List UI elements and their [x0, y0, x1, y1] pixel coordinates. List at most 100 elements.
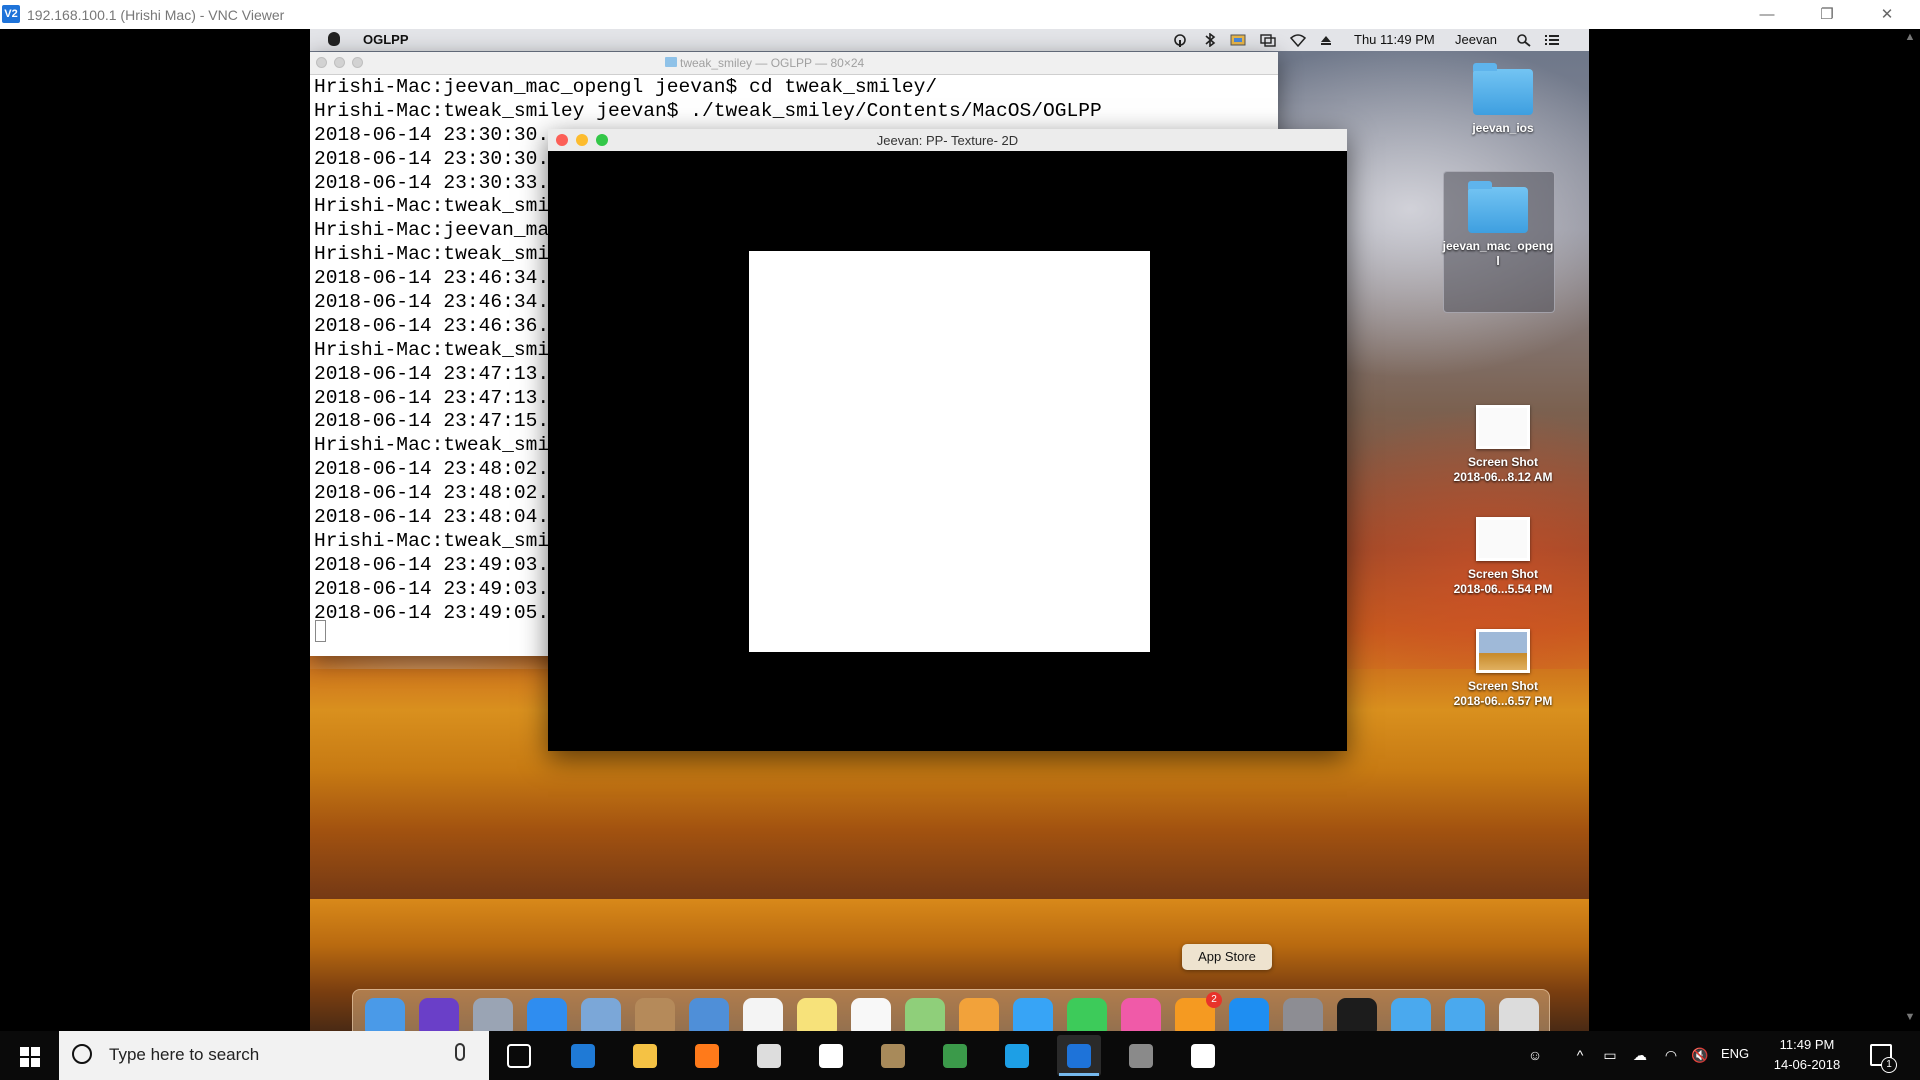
terminal-icon[interactable] [1337, 998, 1377, 1031]
folder-icon [1468, 181, 1528, 233]
eject-icon[interactable] [1318, 33, 1334, 47]
system-preferences-icon[interactable] [1283, 998, 1323, 1031]
windows-logo-icon [20, 1047, 40, 1067]
menubar-app-name[interactable]: OGLPP [363, 32, 409, 47]
close-button[interactable]: ✕ [1864, 3, 1910, 27]
terminal-zoom-button[interactable] [352, 57, 363, 68]
terminal-cursor [315, 620, 326, 642]
desktop-icon-label: Screen Shot 2018-06...6.57 PM [1453, 679, 1553, 708]
cortana-icon [72, 1044, 92, 1064]
vnc-window-title: 192.168.100.1 (Hrishi Mac) - VNC Viewer [27, 7, 285, 23]
onedrive-icon[interactable]: ☁ [1631, 1047, 1649, 1063]
desktop-folder-jeevan-mac-opengl[interactable]: jeevan_mac_openg l [1439, 181, 1557, 269]
preview-icon[interactable] [581, 998, 621, 1031]
wifi-icon[interactable] [1290, 33, 1306, 47]
facetime-icon[interactable] [1067, 998, 1107, 1031]
scroll-up-icon[interactable]: ▲ [1903, 31, 1917, 43]
safari-icon[interactable] [527, 998, 567, 1031]
maps-icon[interactable] [905, 998, 945, 1031]
bluetooth-icon[interactable] [1202, 33, 1218, 47]
messages-icon[interactable] [1013, 998, 1053, 1031]
downloads-folder-icon[interactable] [1445, 998, 1485, 1031]
finder-icon[interactable] [365, 998, 405, 1031]
desktop-screenshot-1[interactable]: Screen Shot 2018-06...8.12 AM [1444, 405, 1562, 485]
start-button[interactable] [0, 1031, 58, 1080]
launchpad-icon[interactable] [473, 998, 513, 1031]
dock-tooltip: App Store [1182, 944, 1272, 970]
volume-muted-icon[interactable]: 🔇 [1691, 1047, 1709, 1063]
desktop-folder-jeevan-ios[interactable]: jeevan_ios [1444, 63, 1562, 136]
tray-date[interactable]: 14-06-2018 [1766, 1057, 1848, 1072]
remote-desktop[interactable]: OGLPP Thu 11:49 PM Jeevan tweak_smiley —… [310, 29, 1589, 1031]
menubar-user[interactable]: Jeevan [1455, 32, 1497, 47]
search-placeholder: Type here to search [109, 1045, 260, 1064]
spreadsheet-icon[interactable] [933, 1035, 977, 1076]
firefox-icon[interactable] [685, 1035, 729, 1076]
airdrop-icon[interactable] [1172, 33, 1188, 47]
display-icon[interactable] [1260, 33, 1276, 47]
folder-icon[interactable] [1391, 998, 1431, 1031]
media-app-icon[interactable] [747, 1035, 791, 1076]
people-icon[interactable]: ☺ [1526, 1047, 1544, 1063]
spotlight-icon[interactable] [1516, 33, 1532, 47]
desktop-icon-label: jeevan_mac_openg l [1442, 239, 1554, 268]
calendar-icon[interactable] [743, 998, 783, 1031]
textured-quad [749, 251, 1150, 652]
notification-count: 1 [1881, 1057, 1897, 1073]
desktop-icon-label: jeevan_ios [1472, 121, 1534, 135]
desktop-screenshot-3[interactable]: Screen Shot 2018-06...6.57 PM [1444, 629, 1562, 709]
trash-icon[interactable] [1499, 998, 1539, 1031]
reminders-icon[interactable] [851, 998, 891, 1031]
edge-icon[interactable] [561, 1035, 605, 1076]
skype-icon[interactable] [995, 1035, 1039, 1076]
menubar-clock[interactable]: Thu 11:49 PM [1354, 32, 1435, 47]
task-view-icon[interactable] [497, 1035, 541, 1076]
apple-menu-icon[interactable] [328, 32, 340, 46]
terminal-minimize-button[interactable] [334, 57, 345, 68]
dock [352, 989, 1550, 1031]
photos-icon[interactable] [959, 998, 999, 1031]
xcode-icon[interactable] [689, 998, 729, 1031]
snipping-tool-icon[interactable] [1119, 1035, 1163, 1076]
app-store-badge: 2 [1206, 992, 1222, 1008]
settings-app-icon[interactable] [871, 1035, 915, 1076]
wifi-tray-icon[interactable]: ◠ [1662, 1047, 1680, 1063]
input-language[interactable]: ENG [1721, 1046, 1749, 1061]
opengl-window[interactable]: Jeevan: PP- Texture- 2D [548, 129, 1347, 751]
desktop-screenshot-2[interactable]: Screen Shot 2018-06...5.54 PM [1444, 517, 1562, 597]
itunes-icon[interactable] [1121, 998, 1161, 1031]
contacts-icon[interactable] [635, 998, 675, 1031]
opengl-titlebar[interactable]: Jeevan: PP- Texture- 2D [548, 129, 1347, 152]
tray-time[interactable]: 11:49 PM [1772, 1037, 1842, 1052]
folder-icon [665, 57, 677, 67]
battery-icon[interactable]: ▭ [1601, 1047, 1619, 1063]
mac-menubar: OGLPP Thu 11:49 PM Jeevan [310, 29, 1589, 51]
opengl-canvas[interactable] [548, 151, 1347, 751]
slack-icon[interactable] [809, 1035, 853, 1076]
scroll-down-icon[interactable]: ▼ [1903, 1011, 1917, 1023]
screenshot-thumbnail-icon [1476, 629, 1530, 673]
terminal-line: Hrishi-Mac:jeevan_mac_opengl jeevan$ cd … [314, 76, 938, 98]
terminal-line: Hrishi-Mac:tweak_smiley jeevan$ ./tweak_… [314, 99, 1102, 122]
notes-icon[interactable] [797, 998, 837, 1031]
folder-icon [1473, 63, 1533, 115]
show-hidden-icons-icon[interactable]: ^ [1571, 1047, 1589, 1063]
file-explorer-icon[interactable] [623, 1035, 667, 1076]
microphone-icon[interactable] [455, 1043, 465, 1061]
screenshot-thumbnail-icon [1476, 517, 1530, 561]
keyboard-icon[interactable] [1230, 33, 1246, 47]
restore-button[interactable]: ❐ [1804, 3, 1850, 27]
minimize-button[interactable]: — [1744, 3, 1790, 27]
siri-icon[interactable] [419, 998, 459, 1031]
vnc-viewer-icon[interactable] [1057, 1035, 1101, 1076]
screenshot-thumbnail-icon [1476, 405, 1530, 449]
notification-center-icon[interactable] [1544, 33, 1560, 47]
terminal-close-button[interactable] [316, 57, 327, 68]
photos-app-icon[interactable] [1181, 1035, 1225, 1076]
windows-taskbar: Type here to search ☺ ^ ▭ ☁ ◠ 🔇 ENG 11:4… [0, 1031, 1920, 1080]
taskbar-search-box[interactable]: Type here to search [59, 1031, 489, 1080]
vnc-logo-icon: V2 [2, 5, 20, 23]
app-store-icon[interactable] [1229, 998, 1269, 1031]
vnc-titlebar[interactable]: V2 192.168.100.1 (Hrishi Mac) - VNC View… [0, 0, 1920, 29]
terminal-titlebar[interactable]: tweak_smiley — OGLPP — 80×24 [310, 52, 1278, 75]
